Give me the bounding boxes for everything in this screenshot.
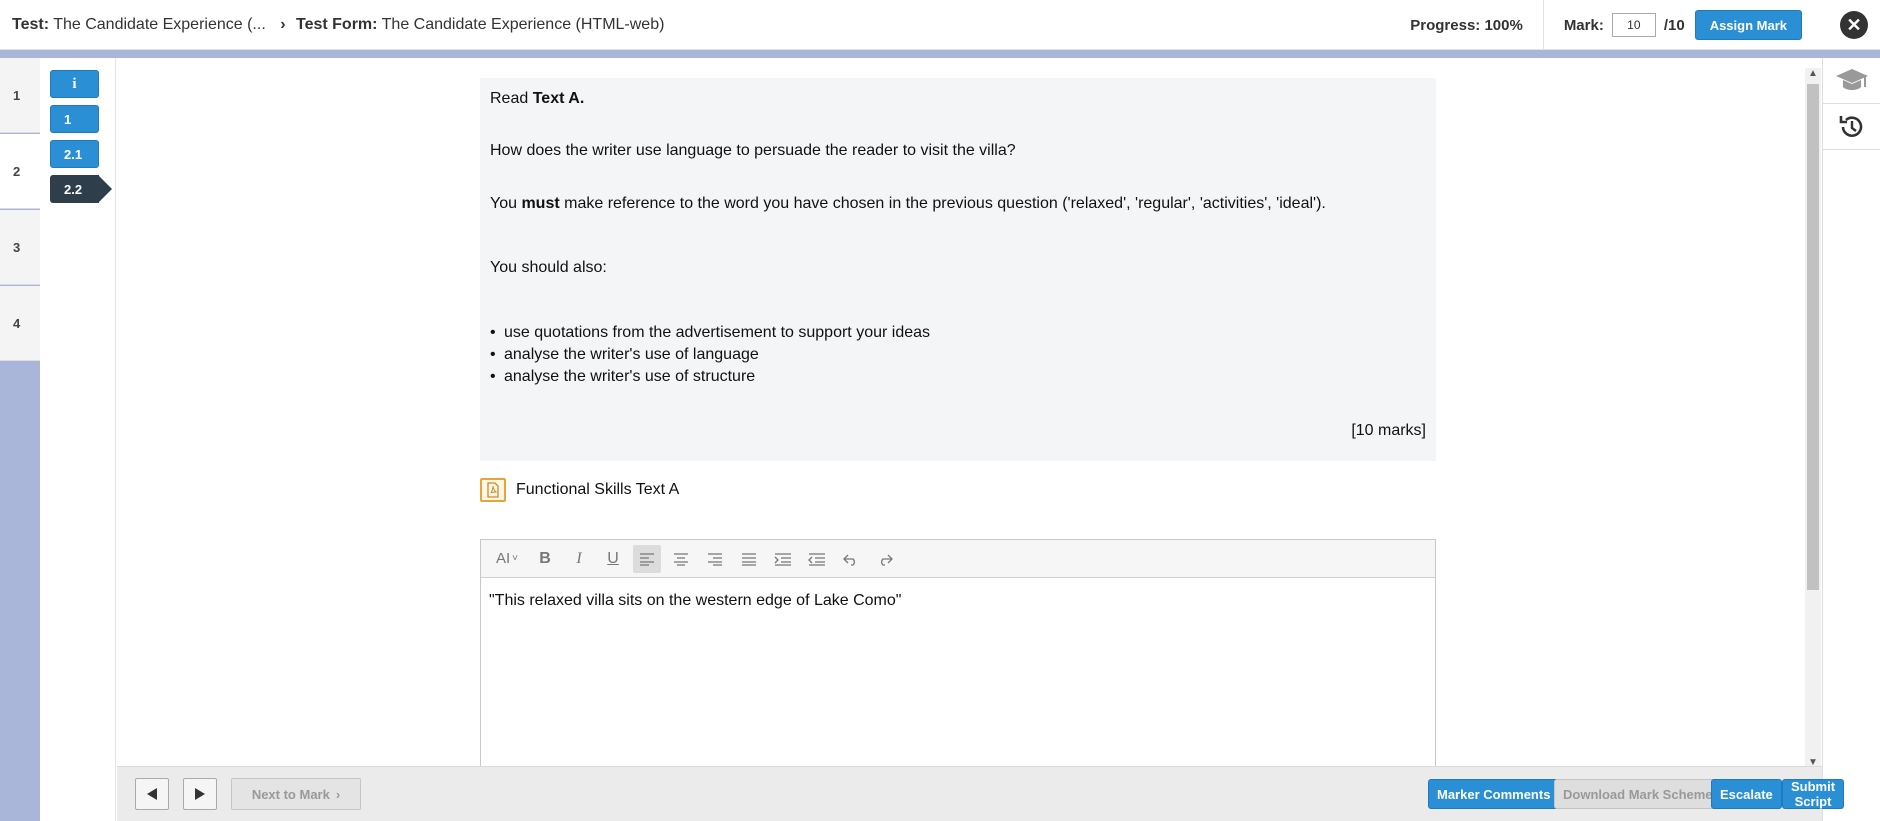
top-header: Test: The Candidate Experience (... › Te… [0,0,1880,50]
graduation-cap-icon[interactable] [1823,58,1880,104]
question-nav: i 1 2.1 2.2 [40,58,116,821]
chevron-right-icon: › [280,16,286,33]
section-tab-4[interactable]: 4 [0,286,40,361]
marks-available: [10 marks] [1351,422,1426,439]
scroll-up-icon[interactable]: ▲ [1808,68,1818,79]
underline-icon[interactable]: U [599,545,627,573]
test-name[interactable]: The Candidate Experience (... [53,16,266,33]
answer-text[interactable]: "This relaxed villa sits on the western … [481,578,1435,624]
question-box: Read Text A. How does the writer use lan… [480,78,1436,461]
list-item: use quotations from the advertisement to… [490,322,930,344]
test-label: Test: [12,16,50,33]
breadcrumb: Test: The Candidate Experience (... › Te… [12,16,664,34]
next-to-mark-button[interactable]: Next to Mark › [231,778,361,810]
download-mark-scheme-button[interactable]: Download Mark Scheme [1554,779,1722,809]
script-content: Read Text A. How does the writer use lan… [117,58,1805,766]
escalate-button[interactable]: Escalate [1711,779,1782,809]
section-tab-1[interactable]: 1 [0,58,40,133]
pdf-icon [480,478,506,502]
should-also-text: You should also: [490,259,607,276]
test-form-name: The Candidate Experience (HTML-web) [381,16,665,33]
outdent-icon[interactable] [803,545,831,573]
test-form-label: Test Form: [296,16,378,33]
attachment-link[interactable]: Functional Skills Text A [480,478,679,502]
next-icon[interactable] [183,778,217,810]
mark-area: Mark: /10 Assign Mark [1544,10,1814,40]
italic-icon[interactable]: I [565,545,593,573]
progress-indicator: Progress: 100% [1410,0,1544,50]
font-size-dropdown[interactable]: AI ˅ [489,545,525,573]
list-item: analyse the writer's use of language [490,344,930,366]
marker-comments-button[interactable]: Marker Comments [1428,779,1560,809]
question-prompt: How does the writer use language to pers… [490,142,1016,159]
footer-bar: Next to Mark › Marker Comments Download M… [117,766,1845,821]
header-band [0,50,1880,58]
mark-label: Mark: [1563,16,1604,34]
question-info-button[interactable]: i [50,70,99,98]
question-button-2-2[interactable]: 2.2 [50,175,112,203]
list-item: analyse the writer's use of structure [490,366,930,388]
align-left-icon[interactable] [633,544,661,573]
attachment-label: Functional Skills Text A [516,481,680,498]
criteria-list: use quotations from the advertisement to… [490,322,930,388]
align-center-icon[interactable] [667,545,695,573]
section-rail: 1 2 3 4 [0,58,41,821]
submit-script-button[interactable]: Submit Script [1782,779,1845,809]
read-instruction: Read Text A. [490,90,585,107]
mark-input[interactable] [1611,13,1656,37]
question-button-2-1[interactable]: 2.1 [50,140,99,168]
assign-mark-button[interactable]: Assign Mark [1694,10,1802,40]
question-button-1[interactable]: 1 [50,105,99,133]
section-tab-3[interactable]: 3 [0,210,40,285]
vertical-scrollbar[interactable]: ▲ ▼ [1805,68,1821,768]
history-icon[interactable] [1823,104,1880,150]
previous-icon[interactable] [135,778,169,810]
section-tab-2[interactable]: 2 [0,134,41,209]
justify-icon[interactable] [735,545,763,573]
align-right-icon[interactable] [701,545,729,573]
answer-editor: AI ˅ B I U "This relaxed villa sits on th… [480,539,1436,766]
indent-icon[interactable] [769,545,797,573]
close-icon[interactable]: ✕ [1840,11,1868,39]
editor-toolbar: AI ˅ B I U [481,540,1435,578]
scrollbar-thumb[interactable] [1807,84,1819,590]
must-instruction: You must make reference to the word you … [490,195,1326,212]
redo-icon[interactable] [871,545,899,573]
undo-icon[interactable] [837,545,865,573]
mark-total: /10 [1663,16,1685,34]
tool-rail [1822,58,1880,821]
bold-icon[interactable]: B [531,545,559,573]
